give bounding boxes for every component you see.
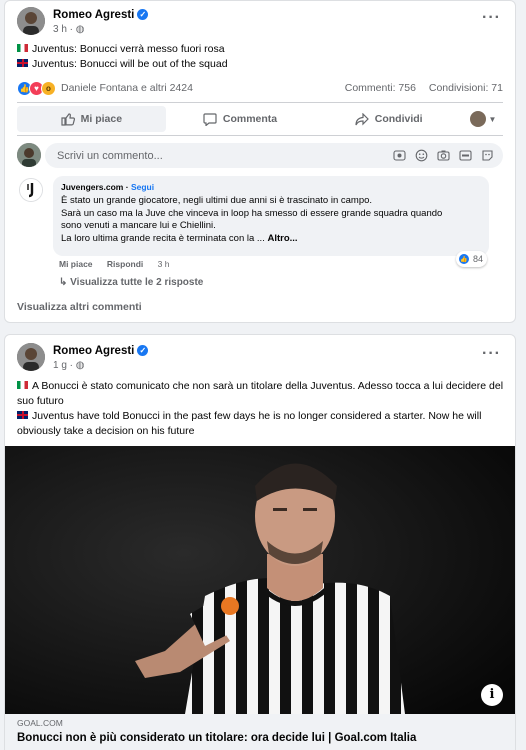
author-avatar[interactable] <box>17 343 45 371</box>
emoji-icon[interactable] <box>415 149 428 162</box>
post-meta: 1 g · ◍ <box>53 360 85 371</box>
reaction-names[interactable]: Daniele Fontana e altri 2424 <box>61 82 193 94</box>
italy-flag-icon <box>17 381 28 389</box>
sticker-icon[interactable] <box>481 149 494 162</box>
post-text-line: A Bonucci è stato comunicato che non sar… <box>17 379 503 394</box>
comment-icon <box>203 112 217 126</box>
divider <box>17 135 503 136</box>
player-photo <box>5 446 515 714</box>
more-options-button[interactable]: ··· <box>482 345 501 363</box>
avatar-sticker-icon[interactable] <box>393 149 406 162</box>
comment-reaction-count: 84 <box>473 254 484 264</box>
post-text-line: Juventus: Bonucci will be out of the squ… <box>17 57 228 72</box>
post-time[interactable]: 3 h <box>53 24 67 35</box>
post-time[interactable]: 1 g <box>53 360 67 371</box>
globe-icon: ◍ <box>75 24 85 35</box>
like-reaction-icon: 👍 <box>458 253 470 265</box>
view-replies-link[interactable]: ↳ Visualizza tutte le 2 risposte <box>59 277 203 288</box>
uk-flag-icon <box>17 411 28 419</box>
commenter-avatar[interactable] <box>19 178 43 202</box>
uk-flag-icon <box>17 59 28 67</box>
comment-bubble: Juvengers.com · Segui È stato un grande … <box>53 176 489 256</box>
link-title[interactable]: Bonucci non è più considerato un titolar… <box>17 732 503 744</box>
comment-actions: Mi piace Rispondi 3 h <box>59 259 181 269</box>
comment-placeholder: Scrivi un commento... <box>57 149 163 162</box>
info-icon[interactable]: i <box>481 684 503 706</box>
more-options-button[interactable]: ··· <box>482 9 501 27</box>
reply-arrow-icon: ↳ <box>59 277 68 288</box>
post-text-line: obviously take a decision on his future <box>17 425 195 437</box>
gif-icon[interactable] <box>459 149 472 162</box>
commenter-name[interactable]: Juvengers.com <box>61 182 123 192</box>
verified-badge-icon: ✓ <box>137 9 149 20</box>
italy-flag-icon <box>17 44 28 52</box>
post-card: Romeo Agresti ✓ 1 g · ◍ ··· A Bonucci è s… <box>4 334 516 750</box>
camera-icon[interactable] <box>437 149 450 162</box>
link-domain: GOAL.COM <box>17 718 63 728</box>
comments-count[interactable]: Commenti: 756 <box>345 82 416 94</box>
divider <box>17 102 503 103</box>
view-more-comments-link[interactable]: Visualizza altri commenti <box>17 301 142 313</box>
engagement-counts: Commenti: 756 Condivisioni: 71 <box>335 82 503 94</box>
thumbs-up-icon <box>61 112 75 126</box>
wow-reaction-icon: o <box>41 80 56 96</box>
reactions-summary[interactable]: 👍 ♥ o Daniele Fontana e altri 2424 <box>17 79 193 97</box>
globe-icon: ◍ <box>75 360 85 371</box>
post-card: Romeo Agresti ✓ 3 h · ◍ ··· Juventus: Bon… <box>4 0 516 323</box>
chevron-down-icon: ▼ <box>488 114 497 124</box>
shares-count[interactable]: Condivisioni: 71 <box>429 82 503 94</box>
see-more-link[interactable]: Altro... <box>267 233 297 244</box>
comment-text: È stato un grande giocatore, negli ultim… <box>61 195 443 244</box>
comment-like-button[interactable]: Mi piace <box>59 259 93 269</box>
share-icon <box>355 112 369 125</box>
post-meta: 3 h · ◍ <box>53 24 85 35</box>
comment-header: Juvengers.com · Segui <box>61 182 481 192</box>
comment-button[interactable]: Commenta <box>166 106 315 132</box>
post-action-bar: Mi piace Commenta Condividi ▼ <box>17 106 503 132</box>
share-button[interactable]: Condividi <box>314 106 463 132</box>
comment-reply-button[interactable]: Rispondi <box>107 259 143 269</box>
verified-badge-icon: ✓ <box>137 345 149 356</box>
like-button[interactable]: Mi piace <box>17 106 166 132</box>
follow-button[interactable]: Segui <box>131 182 154 192</box>
comment-input[interactable]: Scrivi un commento... <box>45 143 503 168</box>
user-avatar <box>469 111 486 127</box>
post-text-line: suo futuro <box>17 395 64 407</box>
post-text-line: Juventus: Bonucci verrà messo fuori rosa <box>17 42 225 57</box>
post-text-line: Juventus have told Bonucci in the past f… <box>17 409 481 424</box>
author-avatar[interactable] <box>17 7 45 35</box>
author-name[interactable]: Romeo Agresti ✓ <box>53 345 149 357</box>
comment-time[interactable]: 3 h <box>158 259 170 269</box>
link-preview-image[interactable]: i <box>5 446 515 714</box>
separator-dot: · <box>125 182 129 192</box>
author-name[interactable]: Romeo Agresti ✓ <box>53 9 149 21</box>
comment-reactions[interactable]: 👍 84 <box>456 251 488 267</box>
audience-selector[interactable]: ▼ <box>463 106 503 132</box>
current-user-avatar[interactable] <box>17 143 41 167</box>
link-preview-footer[interactable]: GOAL.COM Bonucci non è più considerato u… <box>5 714 515 750</box>
